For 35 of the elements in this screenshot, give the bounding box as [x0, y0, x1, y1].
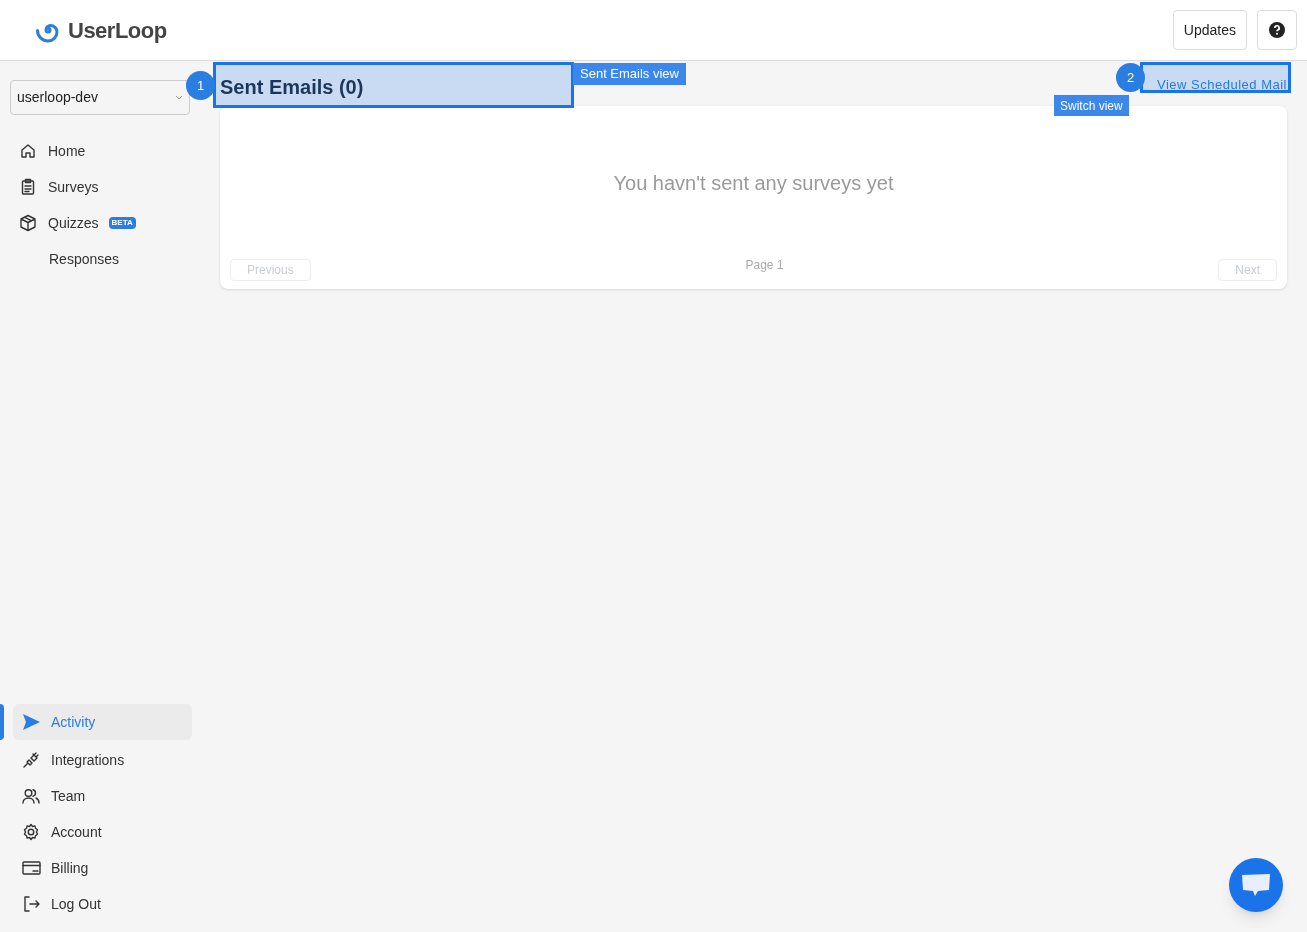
nav-item[interactable]: Team — [13, 780, 192, 812]
nav-item[interactable]: Log Out — [13, 888, 192, 920]
brand-name: UserLoop — [68, 16, 167, 45]
help-button[interactable] — [1257, 10, 1297, 50]
nav-item[interactable]: Home — [10, 135, 192, 167]
nav-item[interactable]: Account — [13, 816, 192, 848]
plug-icon — [22, 751, 41, 769]
annotation-marker: 1 — [186, 71, 215, 100]
log-out-icon — [22, 895, 41, 913]
active-indicator — [0, 704, 4, 740]
page-title: Sent Emails (0) — [220, 75, 364, 100]
beta-badge: BETA — [108, 217, 136, 229]
help-icon — [1269, 22, 1285, 38]
workspace-select[interactable]: userloop-dev — [10, 80, 190, 115]
annotation-label: Switch view — [1054, 95, 1129, 116]
empty-message: You havn't sent any surveys yet — [612, 171, 895, 196]
nav-item[interactable]: Integrations — [13, 744, 192, 776]
send-icon — [22, 713, 41, 731]
credit-card-icon — [22, 859, 41, 877]
annotation-label: Sent Emails view — [573, 63, 686, 85]
chat-icon — [1240, 872, 1272, 898]
page-indicator: Page 1 — [745, 257, 784, 274]
chat-button[interactable] — [1229, 858, 1283, 912]
cube-icon — [19, 214, 38, 232]
users-icon — [22, 787, 41, 805]
nav-item[interactable]: Quizzes BETA — [10, 207, 192, 239]
nav-item[interactable]: Surveys — [10, 171, 192, 203]
annotation-marker: 2 — [1116, 63, 1145, 92]
chevron-down-icon — [175, 94, 183, 101]
updates-button[interactable]: Updates — [1172, 10, 1247, 50]
settings-icon — [22, 823, 41, 841]
nav-item[interactable]: Responses — [10, 243, 192, 275]
nav-item[interactable]: Billing — [13, 852, 192, 884]
home-icon — [19, 142, 38, 160]
nav-item[interactable]: Activity — [13, 704, 192, 740]
